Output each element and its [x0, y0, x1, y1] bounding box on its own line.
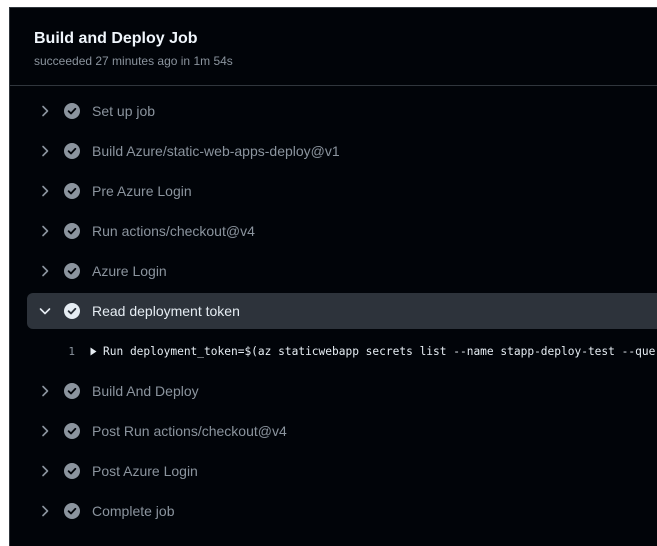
check-circle-icon [64, 143, 80, 159]
step-run-actions-checkout[interactable]: Run actions/checkout@v4 [27, 213, 657, 249]
chevron-right-icon [38, 224, 52, 238]
step-label: Set up job [92, 103, 156, 119]
chevron-right-icon [38, 184, 52, 198]
log-line[interactable]: 1 Run deployment_token=$(az staticwebapp… [27, 333, 657, 369]
log-line-number[interactable]: 1 [27, 345, 75, 358]
chevron-right-icon [38, 504, 52, 518]
check-circle-icon [64, 183, 80, 199]
caret-right-icon[interactable] [90, 346, 98, 356]
step-label: Build And Deploy [92, 383, 199, 399]
step-label: Azure Login [92, 263, 167, 279]
chevron-down-icon [38, 304, 52, 318]
step-build-and-deploy[interactable]: Build And Deploy [27, 373, 657, 409]
steps-list: Set up job Build Azure/static-web-apps-d… [10, 86, 657, 529]
step-post-run-actions-checkout[interactable]: Post Run actions/checkout@v4 [27, 413, 657, 449]
step-label: Post Azure Login [92, 463, 198, 479]
check-circle-icon [64, 303, 80, 319]
step-azure-login[interactable]: Azure Login [27, 253, 657, 289]
check-circle-icon [64, 223, 80, 239]
chevron-right-icon [38, 384, 52, 398]
step-label: Post Run actions/checkout@v4 [92, 423, 287, 439]
step-build-azure-static-web-apps-deploy[interactable]: Build Azure/static-web-apps-deploy@v1 [27, 133, 657, 169]
chevron-right-icon [38, 104, 52, 118]
step-post-azure-login[interactable]: Post Azure Login [27, 453, 657, 489]
check-circle-icon [64, 263, 80, 279]
step-read-deployment-token[interactable]: Read deployment token [27, 293, 657, 329]
step-label: Run actions/checkout@v4 [92, 223, 255, 239]
step-pre-azure-login[interactable]: Pre Azure Login [27, 173, 657, 209]
job-status-meta: succeeded 27 minutes ago in 1m 54s [34, 54, 233, 68]
job-panel: Build and Deploy Job succeeded 27 minute… [9, 7, 657, 546]
job-title: Build and Deploy Job [34, 30, 198, 47]
chevron-right-icon [38, 424, 52, 438]
chevron-right-icon [38, 464, 52, 478]
step-label: Complete job [92, 503, 175, 519]
log-line-text: Run deployment_token=$(az staticwebapp s… [103, 344, 657, 358]
step-set-up-job[interactable]: Set up job [27, 93, 657, 129]
chevron-right-icon [38, 144, 52, 158]
check-circle-icon [64, 503, 80, 519]
step-label: Read deployment token [92, 303, 240, 319]
step-label: Pre Azure Login [92, 183, 192, 199]
check-circle-icon [64, 463, 80, 479]
check-circle-icon [64, 383, 80, 399]
job-header: Build and Deploy Job succeeded 27 minute… [10, 8, 657, 86]
check-circle-icon [64, 423, 80, 439]
step-label: Build Azure/static-web-apps-deploy@v1 [92, 143, 340, 159]
chevron-right-icon [38, 264, 52, 278]
check-circle-icon [64, 103, 80, 119]
step-complete-job[interactable]: Complete job [27, 493, 657, 529]
